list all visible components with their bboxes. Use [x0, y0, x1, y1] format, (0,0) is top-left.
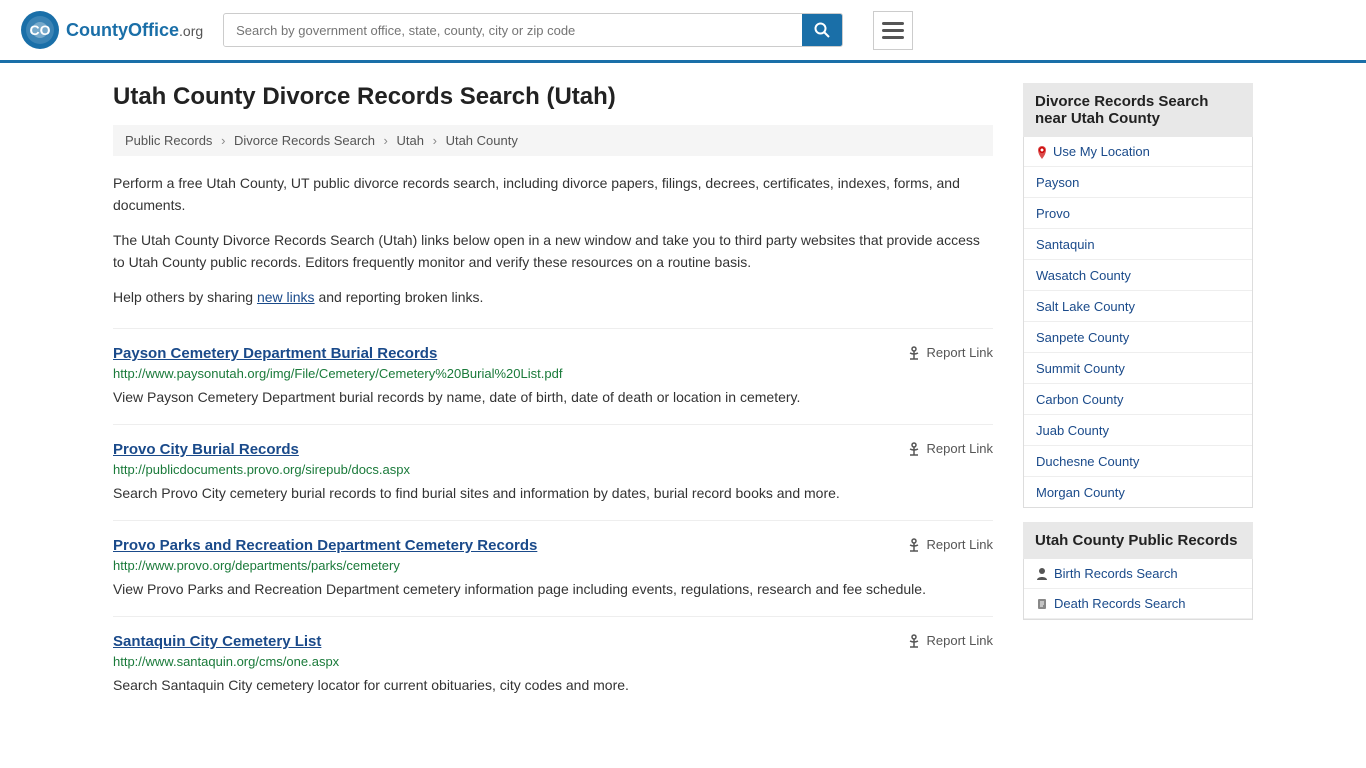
sidebar-link-summit[interactable]: Summit County — [1036, 361, 1125, 376]
list-item: Provo — [1024, 198, 1252, 229]
record-item: Provo City Burial Records Report Link ht… — [113, 424, 993, 520]
sidebar-link-wasatch[interactable]: Wasatch County — [1036, 268, 1131, 283]
sidebar-records-list: Birth Records Search Death Records Searc… — [1023, 559, 1253, 620]
record-url: http://www.paysonutah.org/img/File/Cemet… — [113, 366, 993, 381]
record-url: http://www.santaquin.org/cms/one.aspx — [113, 654, 993, 669]
header: CO CountyOffice.org — [0, 0, 1366, 63]
record-description: Search Santaquin City cemetery locator f… — [113, 675, 993, 696]
list-item: Payson — [1024, 167, 1252, 198]
list-item: Wasatch County — [1024, 260, 1252, 291]
sidebar-link-duchesne[interactable]: Duchesne County — [1036, 454, 1139, 469]
breadcrumb-divorce-records[interactable]: Divorce Records Search — [234, 133, 375, 148]
list-item: Carbon County — [1024, 384, 1252, 415]
sidebar-link-juab[interactable]: Juab County — [1036, 423, 1109, 438]
use-location-link[interactable]: Use My Location — [1053, 144, 1150, 159]
description-2: The Utah County Divorce Records Search (… — [113, 229, 993, 274]
list-item: Use My Location — [1024, 137, 1252, 167]
list-item: Sanpete County — [1024, 322, 1252, 353]
breadcrumb-utah[interactable]: Utah — [397, 133, 424, 148]
sidebar-link-carbon[interactable]: Carbon County — [1036, 392, 1123, 407]
anchor-icon — [906, 537, 922, 553]
report-link[interactable]: Report Link — [906, 441, 993, 457]
sidebar-link-birth-records[interactable]: Birth Records Search — [1054, 566, 1178, 581]
record-item: Payson Cemetery Department Burial Record… — [113, 328, 993, 424]
list-item: Santaquin — [1024, 229, 1252, 260]
record-item: Provo Parks and Recreation Department Ce… — [113, 520, 993, 616]
search-button[interactable] — [802, 14, 842, 46]
logo-icon: CO — [20, 10, 60, 50]
menu-button[interactable] — [873, 11, 913, 50]
menu-icon — [882, 22, 904, 25]
list-item: Death Records Search — [1024, 589, 1252, 619]
sidebar-public-records-header: Utah County Public Records — [1023, 522, 1253, 559]
search-icon — [814, 22, 830, 38]
anchor-icon — [906, 345, 922, 361]
main-layout: Utah County Divorce Records Search (Utah… — [93, 63, 1273, 732]
breadcrumb-public-records[interactable]: Public Records — [125, 133, 212, 148]
list-item: Juab County — [1024, 415, 1252, 446]
new-links-link[interactable]: new links — [257, 289, 315, 305]
records-list: Payson Cemetery Department Burial Record… — [113, 328, 993, 712]
sidebar-divorce-section: Divorce Records Search near Utah County … — [1023, 83, 1253, 508]
breadcrumb-utah-county[interactable]: Utah County — [446, 133, 518, 148]
location-icon — [1036, 145, 1048, 159]
sidebar-public-records-section: Utah County Public Records Birth Records… — [1023, 522, 1253, 620]
record-url: http://publicdocuments.provo.org/sirepub… — [113, 462, 993, 477]
search-bar — [223, 13, 843, 47]
record-description: View Provo Parks and Recreation Departme… — [113, 579, 993, 600]
logo-text: CountyOffice.org — [66, 20, 203, 41]
record-item: Santaquin City Cemetery List Report Link… — [113, 616, 993, 712]
record-title[interactable]: Provo Parks and Recreation Department Ce… — [113, 537, 537, 554]
report-link[interactable]: Report Link — [906, 633, 993, 649]
record-description: View Payson Cemetery Department burial r… — [113, 387, 993, 408]
svg-text:CO: CO — [30, 22, 51, 38]
sidebar-link-sanpete[interactable]: Sanpete County — [1036, 330, 1129, 345]
record-description: Search Provo City cemetery burial record… — [113, 483, 993, 504]
record-title[interactable]: Santaquin City Cemetery List — [113, 633, 321, 650]
sidebar-link-payson[interactable]: Payson — [1036, 175, 1079, 190]
person-icon — [1036, 597, 1048, 611]
list-item: Morgan County — [1024, 477, 1252, 507]
sidebar-link-salt-lake[interactable]: Salt Lake County — [1036, 299, 1135, 314]
sidebar-link-death-records[interactable]: Death Records Search — [1054, 596, 1186, 611]
sidebar: Divorce Records Search near Utah County … — [1023, 83, 1253, 712]
record-url: http://www.provo.org/departments/parks/c… — [113, 558, 993, 573]
sidebar-nearby-list: Use My Location Payson Provo Santaquin W… — [1023, 137, 1253, 508]
person-icon — [1036, 567, 1048, 581]
content-area: Utah County Divorce Records Search (Utah… — [113, 83, 993, 712]
list-item: Salt Lake County — [1024, 291, 1252, 322]
breadcrumb: Public Records › Divorce Records Search … — [113, 125, 993, 156]
search-input[interactable] — [224, 15, 802, 46]
record-title[interactable]: Payson Cemetery Department Burial Record… — [113, 345, 437, 362]
logo-area: CO CountyOffice.org — [20, 10, 203, 50]
anchor-icon — [906, 441, 922, 457]
list-item: Summit County — [1024, 353, 1252, 384]
anchor-icon — [906, 633, 922, 649]
sidebar-link-provo[interactable]: Provo — [1036, 206, 1070, 221]
page-title: Utah County Divorce Records Search (Utah… — [113, 83, 993, 111]
sidebar-link-santaquin[interactable]: Santaquin — [1036, 237, 1095, 252]
sidebar-link-morgan[interactable]: Morgan County — [1036, 485, 1125, 500]
sidebar-divorce-header: Divorce Records Search near Utah County — [1023, 83, 1253, 137]
menu-icon — [882, 36, 904, 39]
description-3: Help others by sharing new links and rep… — [113, 286, 993, 308]
list-item: Duchesne County — [1024, 446, 1252, 477]
description-1: Perform a free Utah County, UT public di… — [113, 172, 993, 217]
menu-icon — [882, 29, 904, 32]
record-title[interactable]: Provo City Burial Records — [113, 441, 299, 458]
report-link[interactable]: Report Link — [906, 345, 993, 361]
list-item: Birth Records Search — [1024, 559, 1252, 589]
report-link[interactable]: Report Link — [906, 537, 993, 553]
